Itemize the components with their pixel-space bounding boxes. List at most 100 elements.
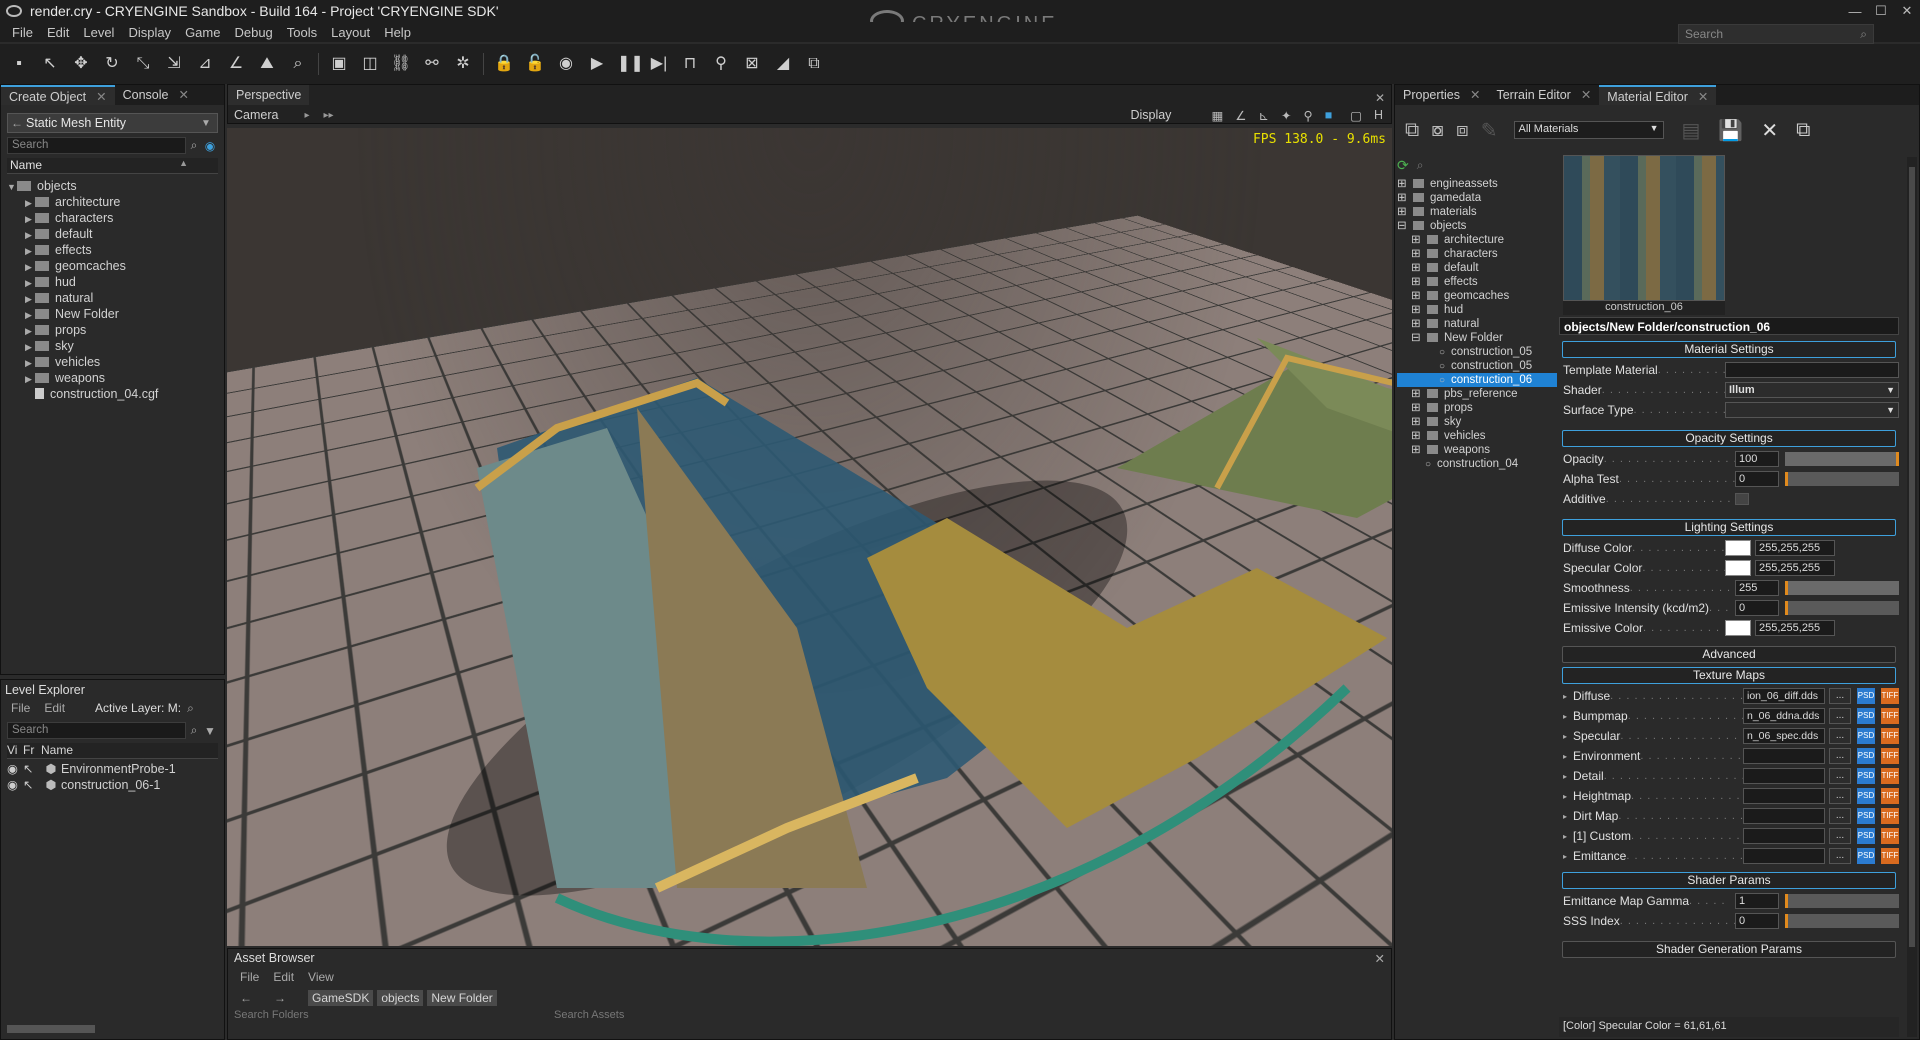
material-tree-item[interactable]: ⊞ props: [1397, 401, 1557, 415]
refresh-icon[interactable]: ⟳: [1397, 157, 1409, 174]
emissive-color-swatch[interactable]: [1725, 620, 1751, 636]
psd-button[interactable]: PSD: [1857, 708, 1875, 724]
material-tree-item[interactable]: ○ construction_06: [1397, 373, 1557, 387]
ab-menu-file[interactable]: File: [240, 970, 259, 984]
close-icon[interactable]: ✕: [1375, 951, 1385, 966]
tab-material-editor[interactable]: Material Editor ✕: [1599, 85, 1717, 105]
tree-item[interactable]: ▶ props: [7, 322, 218, 338]
texture-path-input[interactable]: n_06_ddna.dds: [1743, 708, 1825, 724]
shader-params-header[interactable]: Shader Params: [1562, 872, 1896, 889]
material-tree-item[interactable]: ⊞ default: [1397, 261, 1557, 275]
col-frozen[interactable]: Fr: [23, 743, 41, 758]
menu-help[interactable]: Help: [384, 25, 411, 40]
bench-model[interactable]: [227, 128, 1392, 946]
eye-icon[interactable]: ◉: [202, 139, 218, 153]
chevron-right-icon[interactable]: ▶: [25, 195, 35, 211]
emissive-intensity-slider[interactable]: [1785, 601, 1899, 615]
breadcrumb-item[interactable]: objects: [377, 990, 424, 1006]
diffuse-color-swatch[interactable]: [1725, 540, 1751, 556]
search-assets-input[interactable]: Search Assets: [554, 1009, 624, 1021]
chevron-right-icon[interactable]: ▶: [25, 211, 35, 227]
menu-display[interactable]: Display: [128, 25, 171, 40]
additive-checkbox[interactable]: [1735, 493, 1749, 505]
psd-button[interactable]: PSD: [1857, 728, 1875, 744]
le-menu-file[interactable]: File: [11, 701, 30, 715]
tree-item[interactable]: ▶ characters: [7, 210, 218, 226]
texture-maps-header[interactable]: Texture Maps: [1562, 667, 1896, 684]
arrow-forward-icon[interactable]: ▸▸: [324, 110, 334, 121]
tiff-button[interactable]: TIFF: [1881, 848, 1899, 864]
chevron-right-icon[interactable]: ▸: [1563, 772, 1573, 781]
expand-icon[interactable]: ⊞: [1411, 289, 1427, 303]
layer-icon[interactable]: ⧉: [803, 53, 825, 75]
tree-item[interactable]: ▶ architecture: [7, 194, 218, 210]
magnify-icon[interactable]: ⌕: [287, 53, 309, 75]
chevron-right-icon[interactable]: ▸: [1563, 752, 1573, 761]
material-tree-item[interactable]: ⊞ materials: [1397, 205, 1557, 219]
tab-terrain-editor[interactable]: Terrain Editor ✕: [1488, 85, 1599, 105]
chevron-down-icon[interactable]: ▼: [7, 179, 17, 195]
menu-level[interactable]: Level: [83, 25, 114, 40]
material-icon[interactable]: ○: [1439, 346, 1451, 360]
floppy-icon[interactable]: 💾: [1718, 118, 1743, 143]
lighting-settings-header[interactable]: Lighting Settings: [1562, 519, 1896, 536]
shader-dropdown[interactable]: Illum ▼: [1725, 382, 1899, 398]
chevron-right-icon[interactable]: ▶: [25, 243, 35, 259]
smoothness-input[interactable]: 255: [1735, 580, 1779, 596]
remove-material-icon[interactable]: ⧇: [1431, 119, 1444, 142]
material-tree-item[interactable]: ⊞ engineassets: [1397, 177, 1557, 191]
copy-material-icon[interactable]: ⧈: [1456, 119, 1469, 142]
tiff-button[interactable]: TIFF: [1881, 828, 1899, 844]
physics-icon[interactable]: ✲: [452, 53, 474, 75]
menu-edit[interactable]: Edit: [47, 25, 69, 40]
search-folders-input[interactable]: Search Folders: [234, 1009, 514, 1021]
tab-properties[interactable]: Properties ✕: [1395, 85, 1488, 105]
browse-button[interactable]: ...: [1829, 688, 1851, 704]
texture-path-input[interactable]: [1743, 848, 1825, 864]
chevron-right-icon[interactable]: ▶: [25, 371, 35, 387]
unlink-icon[interactable]: ⚯: [421, 53, 443, 75]
rotate-icon[interactable]: ↻: [101, 53, 123, 75]
chevron-right-icon[interactable]: ▸: [1563, 732, 1573, 741]
delete-icon[interactable]: ✕: [1761, 118, 1778, 143]
move-icon[interactable]: ✥: [70, 53, 92, 75]
angle-icon[interactable]: ∠: [1235, 108, 1246, 123]
object-search-input[interactable]: Search: [7, 137, 186, 154]
chevron-right-icon[interactable]: ▸: [1563, 712, 1573, 721]
close-icon[interactable]: ✕: [178, 88, 188, 102]
col-visible[interactable]: Vi: [7, 743, 23, 758]
material-tree-item[interactable]: ○ construction_05: [1397, 345, 1557, 359]
emittance-gamma-input[interactable]: 1: [1735, 893, 1779, 909]
texture-path-input[interactable]: n_06_spec.dds: [1743, 728, 1825, 744]
play-icon[interactable]: ▶: [586, 53, 608, 75]
chevron-right-icon[interactable]: ▸: [1563, 792, 1573, 801]
expand-icon[interactable]: ⊞: [1411, 443, 1427, 457]
unlock-icon[interactable]: 🔓: [524, 53, 546, 75]
material-tree-item[interactable]: ⊞ characters: [1397, 247, 1557, 261]
emittance-gamma-slider[interactable]: [1785, 894, 1899, 908]
psd-button[interactable]: PSD: [1857, 808, 1875, 824]
close-window-button[interactable]: ✕: [1894, 3, 1920, 19]
viewport-canvas[interactable]: FPS 138.0 - 9.6ms: [227, 128, 1392, 946]
vertical-scrollbar[interactable]: [1907, 157, 1917, 1037]
back-arrow-icon[interactable]: ←: [8, 116, 26, 130]
browse-button[interactable]: ...: [1829, 808, 1851, 824]
chevron-right-icon[interactable]: ▶: [25, 259, 35, 275]
add-material-icon[interactable]: ⧉: [1405, 119, 1419, 142]
chevron-right-icon[interactable]: ▶: [25, 355, 35, 371]
fov-icon[interactable]: ■: [1325, 108, 1333, 122]
material-icon[interactable]: ○: [1439, 360, 1451, 374]
col-name[interactable]: Name: [41, 743, 218, 758]
opacity-slider[interactable]: [1785, 452, 1899, 466]
smoothness-slider[interactable]: [1785, 581, 1899, 595]
chevron-right-icon[interactable]: ▸: [1563, 852, 1573, 861]
diffuse-color-input[interactable]: 255,255,255: [1755, 540, 1835, 556]
ungroup-icon[interactable]: ◫: [359, 53, 381, 75]
tree-item[interactable]: ▶ vehicles: [7, 354, 218, 370]
scale-icon[interactable]: ⤡: [132, 53, 154, 75]
eye-icon[interactable]: ◉: [7, 761, 23, 777]
expand-icon[interactable]: ⊞: [1397, 191, 1413, 205]
material-tree-item[interactable]: ⊞ sky: [1397, 415, 1557, 429]
material-tree-item[interactable]: ⊟ New Folder: [1397, 331, 1557, 345]
browse-button[interactable]: ...: [1829, 848, 1851, 864]
